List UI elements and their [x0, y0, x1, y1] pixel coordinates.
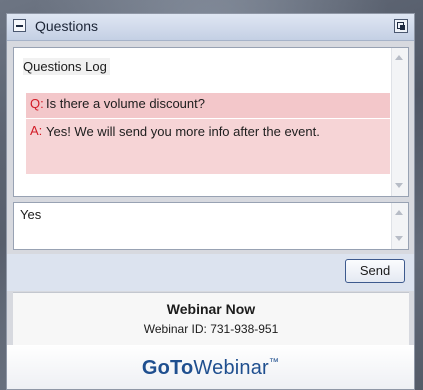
- questions-log[interactable]: Questions Log Q: Is there a volume disco…: [13, 47, 409, 197]
- gotowebinar-logo: GoToWebinar™: [7, 357, 414, 380]
- log-heading: Questions Log: [23, 58, 110, 75]
- webinar-info: Webinar Now Webinar ID: 731-938-951: [13, 292, 409, 346]
- question-prefix: Q:: [30, 96, 44, 111]
- panel-titlebar: Questions: [7, 14, 414, 41]
- qa-thread: Q: Is there a volume discount? A: Yes! W…: [26, 93, 390, 174]
- scroll-up-icon[interactable]: [394, 53, 405, 64]
- send-button[interactable]: Send: [345, 259, 405, 283]
- answer-text: Yes! We will send you more info after th…: [46, 124, 320, 139]
- question-row[interactable]: Q: Is there a volume discount?: [26, 93, 390, 118]
- panel-title: Questions: [35, 18, 99, 34]
- log-scrollbar[interactable]: [391, 48, 408, 196]
- questions-panel: Questions Questions Log Q: Is there a vo…: [6, 13, 415, 390]
- logo-part-webinar: Webinar: [193, 357, 269, 379]
- answer-row[interactable]: A: Yes! We will send you more info after…: [26, 119, 390, 174]
- answer-prefix: A:: [30, 123, 43, 138]
- scroll-down-icon[interactable]: [394, 233, 405, 244]
- logo-trademark: ™: [268, 357, 280, 368]
- logo-part-goto: GoTo: [141, 357, 194, 379]
- popout-icon[interactable]: [394, 19, 408, 33]
- webinar-id: Webinar ID: 731-938-951: [143, 322, 279, 336]
- collapse-icon[interactable]: [13, 19, 26, 32]
- webinar-name: Webinar Now: [166, 301, 256, 317]
- reply-text: Yes: [20, 207, 42, 222]
- question-text: Is there a volume discount?: [46, 96, 205, 111]
- brand-bar: GoToWebinar™: [7, 345, 414, 389]
- scroll-down-icon[interactable]: [394, 180, 405, 191]
- reply-input[interactable]: Yes: [13, 202, 409, 250]
- reply-scrollbar[interactable]: [391, 203, 408, 249]
- scroll-up-icon[interactable]: [394, 208, 405, 219]
